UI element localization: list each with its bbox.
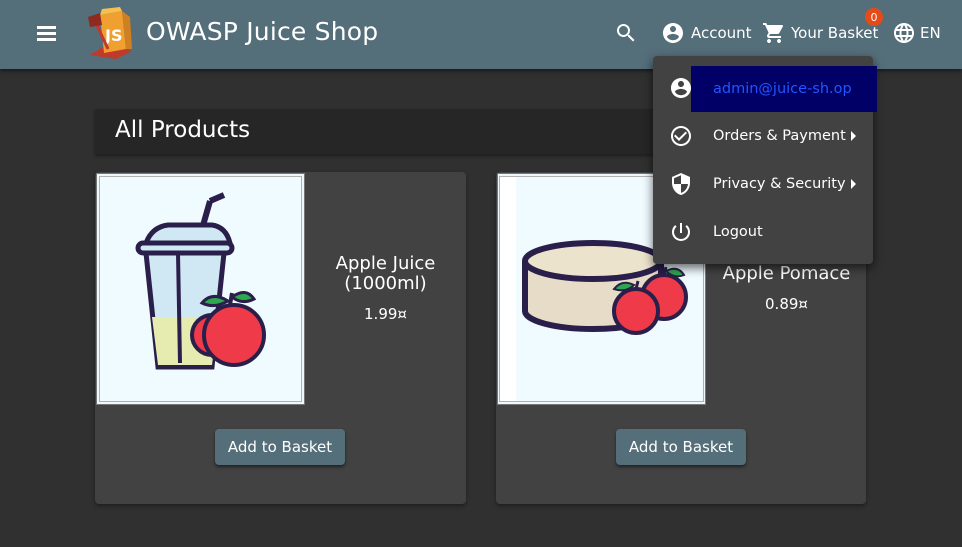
product-image-frame[interactable]	[96, 173, 305, 405]
add-to-basket-button[interactable]: Add to Basket	[616, 429, 746, 465]
product-name: Apple Juice (1000ml)	[335, 252, 436, 294]
search-icon	[617, 24, 635, 42]
account-label: Account	[691, 24, 752, 42]
basket-button[interactable]: Your Basket	[762, 18, 878, 48]
user-email: admin@juice-sh.op	[691, 66, 877, 112]
submenu-arrow-icon	[851, 131, 856, 141]
add-to-basket-button[interactable]: Add to Basket	[215, 429, 345, 465]
svg-text:JS: JS	[104, 26, 122, 45]
account-dropdown-menu: admin@juice-sh.op Orders & Payment Priva…	[653, 56, 877, 264]
product-info: Apple Juice (1000ml) 1.99¤	[305, 172, 466, 404]
menu-item-user-email[interactable]: admin@juice-sh.op	[653, 64, 877, 112]
basket-label: Your Basket	[791, 24, 879, 42]
product-price: 1.99¤	[364, 304, 407, 323]
shopping-cart-icon	[763, 23, 784, 43]
account-circle-icon	[663, 23, 683, 43]
page-title: All Products	[115, 117, 251, 143]
juice-shop-logo[interactable]: JS	[86, 5, 136, 59]
submenu-arrow-icon	[851, 179, 856, 189]
shield-icon	[672, 173, 690, 195]
menu-item-label: Logout	[713, 224, 763, 240]
apple-juice-image	[135, 192, 266, 370]
product-price: 0.89¤	[765, 294, 808, 313]
hamburger-menu-icon[interactable]	[34, 22, 60, 44]
menu-item-privacy-security[interactable]: Privacy & Security	[653, 160, 873, 208]
menu-item-orders-payment[interactable]: Orders & Payment	[653, 112, 873, 160]
account-circle-icon	[671, 78, 691, 98]
product-name: Apple Pomace	[722, 262, 851, 284]
check-circle-icon	[671, 126, 691, 146]
product-card[interactable]: Apple Juice (1000ml) 1.99¤ Add to Basket	[95, 172, 466, 504]
menu-item-logout[interactable]: Logout	[653, 208, 873, 256]
app-title[interactable]: OWASP Juice Shop	[146, 17, 378, 46]
language-button[interactable]: EN	[892, 18, 941, 48]
power-icon	[672, 223, 690, 241]
globe-icon	[894, 23, 914, 43]
account-button[interactable]: Account	[661, 18, 752, 48]
menu-item-label: Privacy & Security	[713, 176, 846, 192]
menu-item-label: Orders & Payment	[713, 128, 846, 144]
basket-count-badge: 0	[865, 8, 883, 26]
language-label: EN	[920, 24, 941, 42]
search-button[interactable]	[614, 18, 638, 48]
